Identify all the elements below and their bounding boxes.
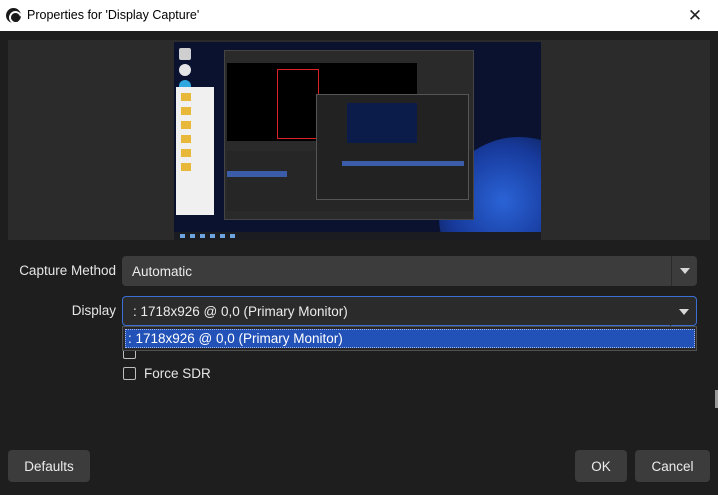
- source-selection-box: [277, 69, 319, 139]
- taskbar-app-icon: [210, 234, 215, 238]
- taskbar-app-icon: [230, 234, 235, 238]
- chevron-down-icon: [678, 309, 689, 315]
- nested-selection: [342, 161, 464, 166]
- recycle-bin-icon: [179, 48, 191, 60]
- capture-method-select[interactable]: Automatic: [122, 256, 697, 286]
- display-capture-preview: [174, 42, 541, 240]
- folder-icon: [181, 121, 191, 129]
- taskbar-app-icon: [220, 234, 225, 238]
- capture-method-label: Capture Method: [19, 263, 116, 278]
- folder-icon: [181, 135, 191, 143]
- display-value: : 1718x926 @ 0,0 (Primary Monitor): [133, 303, 348, 319]
- display-dropdown-list: : 1718x926 @ 0,0 (Primary Monitor): [122, 326, 697, 351]
- display-label: Display: [71, 303, 116, 318]
- title-bar: Properties for 'Display Capture' ✕: [0, 0, 718, 31]
- taskbar-app-icon: [190, 234, 195, 238]
- window-title: Properties for 'Display Capture': [27, 8, 200, 22]
- checkbox-icon: [123, 351, 136, 359]
- obs-desktop-icon: [179, 64, 191, 76]
- force-sdr-row[interactable]: Force SDR: [123, 366, 211, 381]
- taskbar-app-icon: [200, 234, 205, 238]
- obs-logo-icon: [6, 8, 21, 23]
- nested-properties-dialog: [316, 94, 469, 200]
- capture-method-dropdown-button[interactable]: [671, 256, 697, 286]
- file-explorer-window: [176, 87, 214, 215]
- ok-button[interactable]: OK: [575, 450, 627, 482]
- close-button[interactable]: ✕: [672, 0, 718, 31]
- start-icon: [180, 234, 185, 238]
- display-select[interactable]: : 1718x926 @ 0,0 (Primary Monitor): [122, 296, 697, 327]
- force-sdr-checkbox[interactable]: [123, 367, 136, 380]
- force-sdr-label: Force SDR: [144, 366, 211, 381]
- chevron-down-icon: [679, 268, 690, 274]
- nested-preview: [347, 103, 417, 143]
- selected-source-row: [227, 171, 287, 177]
- defaults-button[interactable]: Defaults: [8, 450, 90, 482]
- display-option[interactable]: : 1718x926 @ 0,0 (Primary Monitor): [125, 329, 695, 348]
- folder-icon: [181, 163, 191, 171]
- cancel-button[interactable]: Cancel: [635, 450, 710, 482]
- obscured-checkbox-row: [123, 351, 144, 359]
- capture-method-value: Automatic: [132, 263, 193, 279]
- folder-icon: [181, 93, 191, 101]
- display-dropdown-button[interactable]: [670, 297, 696, 327]
- folder-icon: [181, 149, 191, 157]
- folder-icon: [181, 107, 191, 115]
- taskbar: [174, 232, 541, 240]
